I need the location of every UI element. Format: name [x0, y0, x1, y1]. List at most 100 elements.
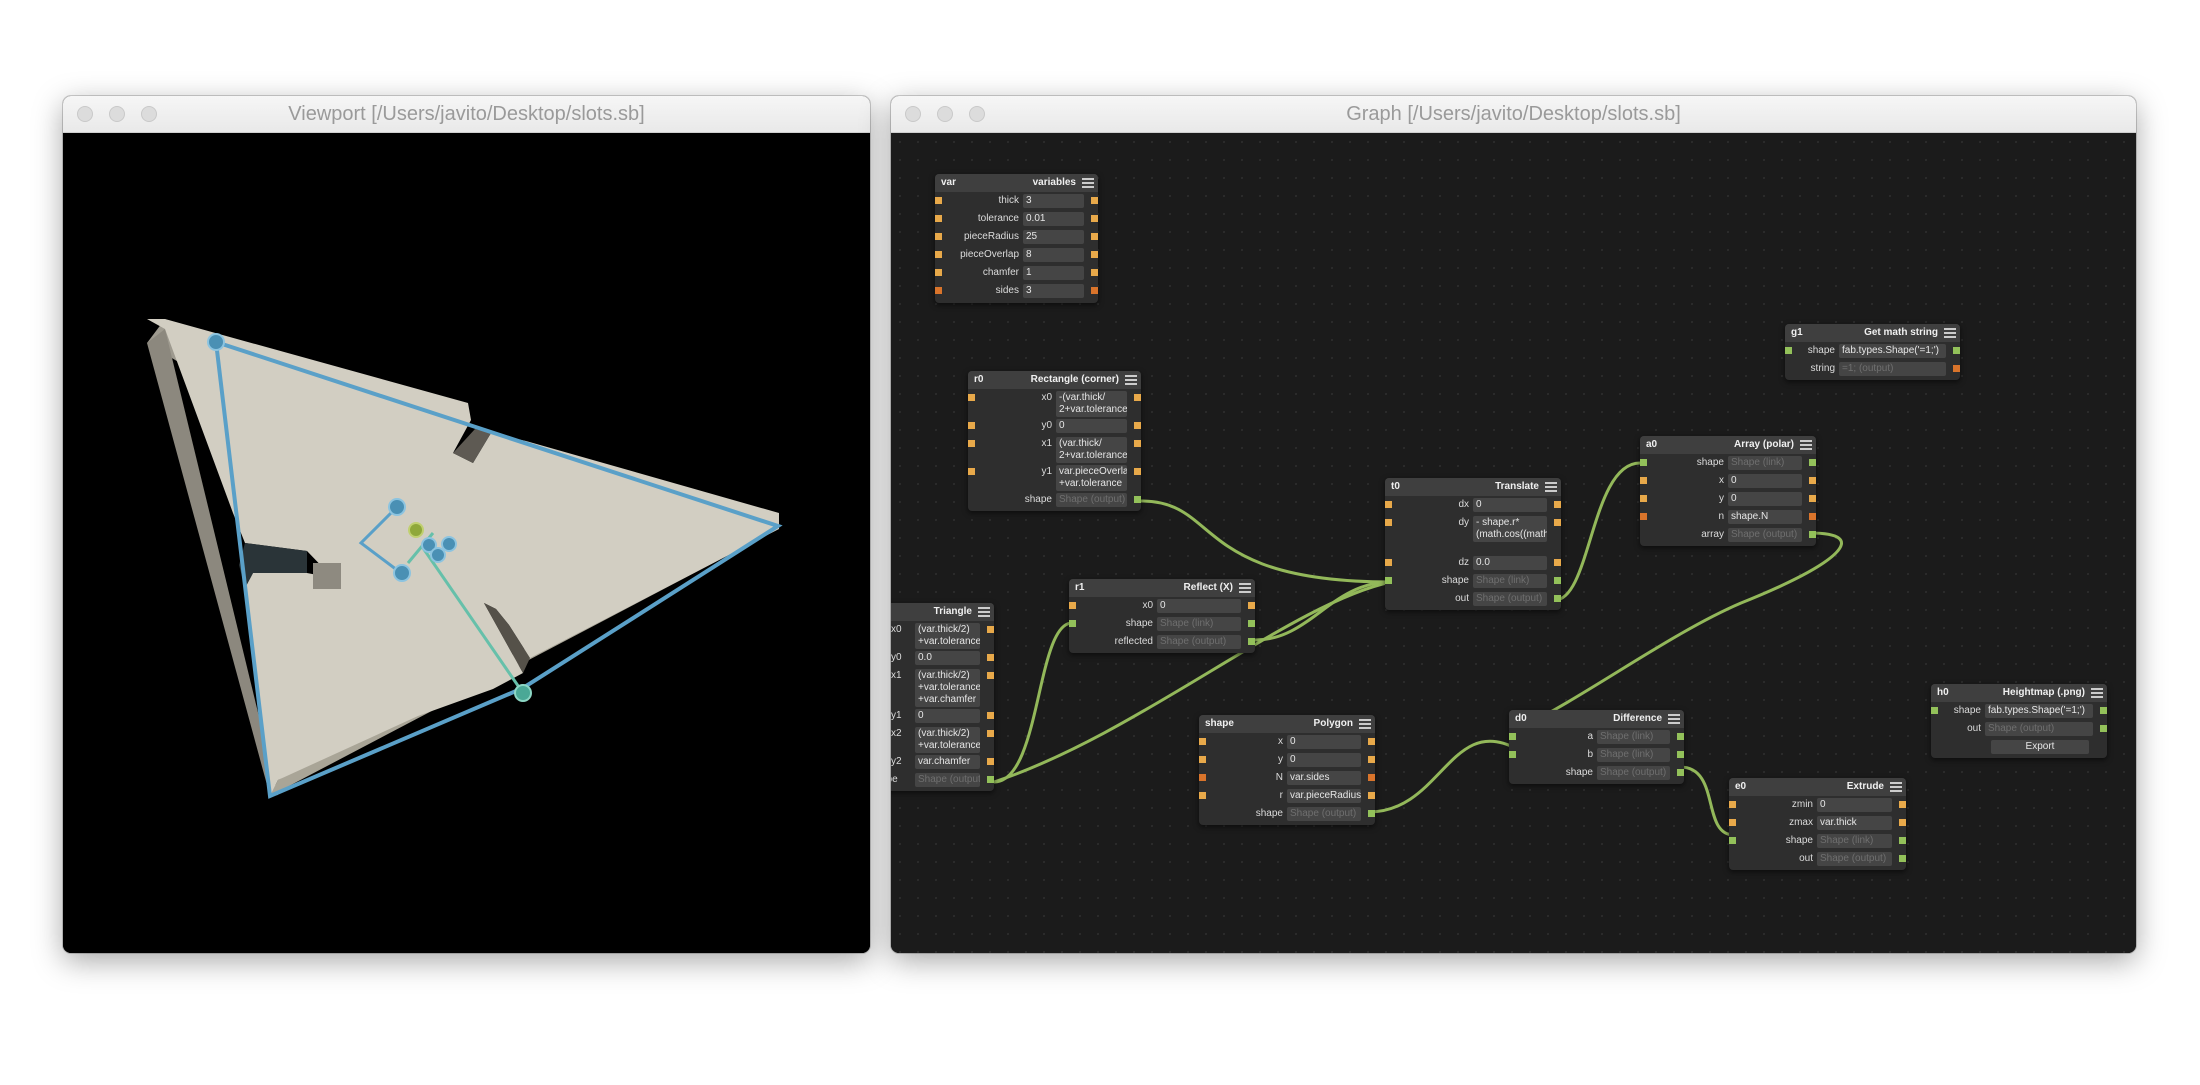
- node-header[interactable]: shape Polygon: [1199, 715, 1375, 733]
- row-value-field[interactable]: 0: [1287, 735, 1361, 749]
- row-value-field[interactable]: 0: [915, 709, 980, 723]
- row-value-field[interactable]: (var.thick/ 2+var.tolerance): [1056, 437, 1127, 463]
- corner-handle[interactable]: [207, 333, 225, 351]
- input-port[interactable]: [1931, 707, 1938, 714]
- output-port[interactable]: [1554, 595, 1561, 602]
- row-value-field[interactable]: fab.types.Shape('=1;'): [1985, 704, 2093, 718]
- output-port[interactable]: [1953, 365, 1960, 372]
- node-header[interactable]: e0 Extrude: [1729, 778, 1906, 796]
- output-port[interactable]: [1368, 792, 1375, 799]
- output-port[interactable]: [1134, 394, 1141, 401]
- input-port[interactable]: [1785, 347, 1792, 354]
- output-port[interactable]: [1899, 855, 1906, 862]
- input-port[interactable]: [1199, 792, 1206, 799]
- input-port[interactable]: [1385, 577, 1392, 584]
- gizmo-handle[interactable]: [441, 536, 457, 552]
- row-value-field[interactable]: 0.0: [1473, 556, 1547, 570]
- menu-icon[interactable]: [1944, 328, 1956, 338]
- row-value-field[interactable]: var.pieceOverlap +var.tolerance: [1056, 465, 1127, 491]
- node-header[interactable]: var variables: [935, 174, 1098, 192]
- output-port[interactable]: [1091, 233, 1098, 240]
- input-port[interactable]: [1729, 801, 1736, 808]
- node-polygon[interactable]: shape Polygon x0 y0 Nvar.sides r var.piece…: [1199, 715, 1375, 825]
- node-header[interactable]: r1 Reflect (X): [1069, 579, 1255, 597]
- output-port[interactable]: [1953, 347, 1960, 354]
- node-g1[interactable]: g1 Get math string shape fab.types.Shape('…: [1785, 324, 1960, 380]
- output-port[interactable]: [1248, 638, 1255, 645]
- input-port[interactable]: [935, 287, 942, 294]
- output-port[interactable]: [1554, 577, 1561, 584]
- graph-window[interactable]: Graph [/Users/javito/Desktop/slots.sb] v…: [891, 96, 2136, 953]
- output-port[interactable]: [987, 654, 994, 661]
- node-header[interactable]: g1 Get math string: [1785, 324, 1960, 342]
- output-port[interactable]: [1554, 559, 1561, 566]
- input-port[interactable]: [1385, 501, 1392, 508]
- input-port[interactable]: [935, 197, 942, 204]
- row-value-field[interactable]: var.thick: [1817, 816, 1892, 830]
- node-a0[interactable]: a0 Array (polar) shape Shape (link) x0 y0 …: [1640, 436, 1816, 546]
- output-port[interactable]: [1899, 819, 1906, 826]
- graph-canvas[interactable]: var variables thick 3 tolerance 0.01 pieceR…: [891, 133, 2136, 953]
- output-port[interactable]: [1677, 751, 1684, 758]
- row-value-field[interactable]: 0: [1056, 419, 1127, 433]
- output-port[interactable]: [1677, 769, 1684, 776]
- output-port[interactable]: [1134, 496, 1141, 503]
- input-port[interactable]: [1509, 751, 1516, 758]
- viewport-3d-render[interactable]: [63, 133, 870, 953]
- output-port[interactable]: [2100, 725, 2107, 732]
- input-port[interactable]: [1069, 620, 1076, 627]
- menu-icon[interactable]: [1125, 375, 1137, 385]
- menu-icon[interactable]: [1800, 440, 1812, 450]
- output-port[interactable]: [2100, 707, 2107, 714]
- menu-icon[interactable]: [1082, 178, 1094, 188]
- menu-icon[interactable]: [1545, 482, 1557, 492]
- output-port[interactable]: [1091, 269, 1098, 276]
- node-var[interactable]: var variables thick 3 tolerance 0.01 pieceR…: [935, 174, 1098, 303]
- menu-icon[interactable]: [1890, 782, 1902, 792]
- node-header[interactable]: d0 Difference: [1509, 710, 1684, 728]
- row-value-field[interactable]: (var.thick/2) +var.tolerance: [915, 623, 980, 649]
- output-port[interactable]: [1091, 215, 1098, 222]
- output-port[interactable]: [1091, 197, 1098, 204]
- output-port[interactable]: [1368, 774, 1375, 781]
- output-port[interactable]: [987, 626, 994, 633]
- output-port[interactable]: [1134, 468, 1141, 475]
- input-port[interactable]: [968, 394, 975, 401]
- row-value-field[interactable]: 0: [1473, 498, 1547, 512]
- row-value-field[interactable]: 8: [1023, 248, 1084, 262]
- input-port[interactable]: [935, 215, 942, 222]
- row-value-field[interactable]: (var.thick/2) +var.tolerance +var.chamfe…: [915, 669, 980, 707]
- output-port[interactable]: [1134, 422, 1141, 429]
- export-button[interactable]: Export: [1991, 740, 2089, 754]
- row-value-field[interactable]: 0.01: [1023, 212, 1084, 226]
- node-header[interactable]: h0 Heightmap (.png): [1931, 684, 2107, 702]
- input-port[interactable]: [1640, 459, 1647, 466]
- row-value-field[interactable]: var.sides: [1287, 771, 1361, 785]
- row-value-field[interactable]: 0: [1817, 798, 1892, 812]
- row-value-field[interactable]: 3: [1023, 194, 1084, 208]
- output-port[interactable]: [987, 730, 994, 737]
- row-value-field[interactable]: 0: [1287, 753, 1361, 767]
- input-port[interactable]: [935, 251, 942, 258]
- input-port[interactable]: [968, 468, 975, 475]
- axis-handle[interactable]: [514, 684, 532, 702]
- row-value-field[interactable]: - shape.r*(math.cos((math.pi)/(shape.N)): [1473, 516, 1547, 542]
- node-header[interactable]: r0 Rectangle (corner): [968, 371, 1141, 389]
- output-port[interactable]: [987, 672, 994, 679]
- input-port[interactable]: [1199, 756, 1206, 763]
- row-value-field[interactable]: 25: [1023, 230, 1084, 244]
- output-port[interactable]: [1809, 513, 1816, 520]
- node-e0[interactable]: e0 Extrude zmin 0 zmax var.thick shape Shape…: [1729, 778, 1906, 870]
- node-r0[interactable]: r0 Rectangle (corner) x0 -(var.thick/ 2+va…: [968, 371, 1141, 511]
- output-port[interactable]: [1248, 602, 1255, 609]
- input-port[interactable]: [1385, 559, 1392, 566]
- output-port[interactable]: [1677, 733, 1684, 740]
- row-value-field[interactable]: shape.N: [1728, 510, 1802, 524]
- output-port[interactable]: [1368, 756, 1375, 763]
- menu-icon[interactable]: [978, 607, 990, 617]
- viewport-titlebar[interactable]: Viewport [/Users/javito/Desktop/slots.sb…: [63, 96, 870, 133]
- input-port[interactable]: [1729, 819, 1736, 826]
- output-port[interactable]: [1368, 810, 1375, 817]
- row-value-field[interactable]: 1: [1023, 266, 1084, 280]
- node-header[interactable]: t0 Translate: [1385, 478, 1561, 496]
